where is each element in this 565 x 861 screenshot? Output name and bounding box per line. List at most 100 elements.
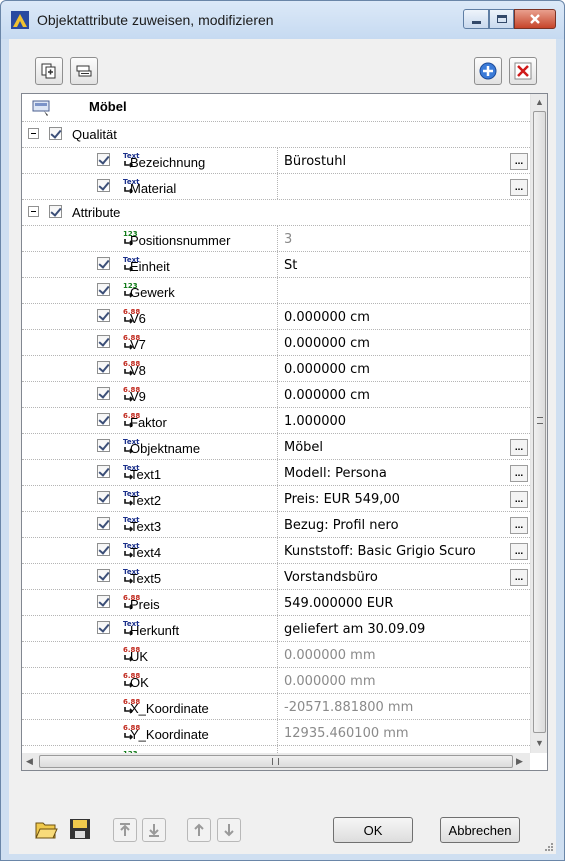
attribute-row[interactable]: 6.88 OK 0.000000 mm xyxy=(22,668,530,694)
attribute-value[interactable]: 0.000000 cm xyxy=(284,310,370,325)
attribute-checkbox[interactable] xyxy=(97,517,110,530)
attribute-checkbox[interactable] xyxy=(97,491,110,504)
collapse-icon[interactable] xyxy=(28,206,39,217)
attribute-value[interactable]: 0.000000 cm xyxy=(284,388,370,403)
delete-attribute-button[interactable] xyxy=(509,57,537,85)
attribute-row[interactable]: 123 Positionsnummer 3 xyxy=(22,226,530,252)
attribute-checkbox[interactable] xyxy=(97,309,110,322)
maximize-button[interactable] xyxy=(489,9,514,29)
open-button[interactable] xyxy=(33,816,59,842)
attribute-checkbox[interactable] xyxy=(97,153,110,166)
scroll-down-icon[interactable]: ▼ xyxy=(535,738,544,748)
edit-value-button[interactable]: ... xyxy=(510,569,528,586)
attribute-value[interactable]: 12935.460100 mm xyxy=(284,726,409,741)
group-row[interactable]: Qualität xyxy=(22,122,530,148)
attribute-value[interactable]: Preis: EUR 549,00 xyxy=(284,492,400,507)
group-checkbox[interactable] xyxy=(49,205,62,218)
group-checkbox[interactable] xyxy=(49,127,62,140)
move-top-button[interactable] xyxy=(113,818,137,842)
scroll-right-icon[interactable]: ▶ xyxy=(516,756,523,767)
edit-value-button[interactable]: ... xyxy=(510,439,528,456)
attribute-checkbox[interactable] xyxy=(97,283,110,296)
attribute-row[interactable]: Text Text5 Vorstandsbüro... xyxy=(22,564,530,590)
attribute-row[interactable]: 6.88 Faktor 1.000000 xyxy=(22,408,530,434)
attribute-row[interactable]: Text Text4 Kunststoff: Basic Grigio Scuro.… xyxy=(22,538,530,564)
attribute-value[interactable]: 0.000000 mm xyxy=(284,648,376,663)
edit-value-button[interactable]: ... xyxy=(510,491,528,508)
attribute-row[interactable]: 6.88 Preis 549.000000 EUR xyxy=(22,590,530,616)
attribute-value[interactable]: -20571.881800 mm xyxy=(284,700,413,715)
scroll-left-icon[interactable]: ◀ xyxy=(26,756,33,767)
attribute-checkbox[interactable] xyxy=(97,543,110,556)
edit-value-button[interactable]: ... xyxy=(510,543,528,560)
add-attribute-button[interactable] xyxy=(474,57,502,85)
close-button[interactable] xyxy=(514,9,556,29)
attribute-checkbox[interactable] xyxy=(97,439,110,452)
attribute-value[interactable]: 3 xyxy=(284,232,292,247)
attribute-row[interactable]: 6.88 V6 0.000000 cm xyxy=(22,304,530,330)
scroll-up-icon[interactable]: ▲ xyxy=(535,97,544,107)
attribute-value[interactable]: Kunststoff: Basic Grigio Scuro xyxy=(284,544,476,559)
attribute-row[interactable]: 6.88 V9 0.000000 cm xyxy=(22,382,530,408)
attribute-value[interactable]: Modell: Persona xyxy=(284,466,387,481)
maximize-icon xyxy=(496,15,507,23)
attribute-row[interactable]: 6.88 UK 0.000000 mm xyxy=(22,642,530,668)
attribute-row[interactable]: Text Text2 Preis: EUR 549,00... xyxy=(22,486,530,512)
attribute-value[interactable]: Bürostuhl xyxy=(284,154,346,169)
vertical-scrollbar[interactable]: ▲ ▼ xyxy=(530,94,547,753)
attribute-checkbox[interactable] xyxy=(97,465,110,478)
save-button[interactable] xyxy=(67,816,93,842)
edit-value-button[interactable]: ... xyxy=(510,179,528,196)
attribute-value[interactable]: 0.000000 cm xyxy=(284,362,370,377)
attribute-value[interactable]: Möbel xyxy=(284,440,323,455)
edit-value-button[interactable]: ... xyxy=(510,465,528,482)
attribute-checkbox[interactable] xyxy=(97,361,110,374)
attribute-value[interactable]: Bezug: Profil nero xyxy=(284,518,399,533)
attribute-value[interactable]: 0.000000 cm xyxy=(284,336,370,351)
minimize-button[interactable] xyxy=(463,9,489,29)
attribute-checkbox[interactable] xyxy=(97,257,110,270)
attribute-checkbox[interactable] xyxy=(97,621,110,634)
attribute-row[interactable]: 6.88 X_Koordinate -20571.881800 mm xyxy=(22,694,530,720)
attribute-row[interactable]: Text Text3 Bezug: Profil nero... xyxy=(22,512,530,538)
copy-attributes-button[interactable] xyxy=(35,57,63,85)
ok-button[interactable]: OK xyxy=(333,817,413,843)
attribute-checkbox[interactable] xyxy=(97,569,110,582)
group-row[interactable]: Attribute xyxy=(22,200,530,226)
attribute-row[interactable]: Text Text1 Modell: Persona... xyxy=(22,460,530,486)
attribute-value[interactable]: Vorstandsbüro xyxy=(284,570,378,585)
attribute-value[interactable]: 0.000000 mm xyxy=(284,674,376,689)
edit-value-button[interactable]: ... xyxy=(510,153,528,170)
attribute-row[interactable]: Text Bezeichnung Bürostuhl... xyxy=(22,148,530,174)
attribute-checkbox[interactable] xyxy=(97,387,110,400)
move-down-button[interactable] xyxy=(217,818,241,842)
attribute-checkbox[interactable] xyxy=(97,179,110,192)
resize-grip-icon[interactable] xyxy=(544,842,554,852)
attribute-row[interactable]: Text Objektname Möbel... xyxy=(22,434,530,460)
attribute-value[interactable]: geliefert am 30.09.09 xyxy=(284,622,425,637)
horizontal-scroll-thumb[interactable] xyxy=(39,755,513,768)
cancel-button[interactable]: Abbrechen xyxy=(440,817,520,843)
horizontal-scrollbar[interactable]: ◀ ▶ xyxy=(22,753,530,770)
title-bar[interactable]: Objektattribute zuweisen, modifizieren xyxy=(1,1,564,39)
attribute-checkbox[interactable] xyxy=(97,595,110,608)
edit-value-button[interactable]: ... xyxy=(510,517,528,534)
move-bottom-button[interactable] xyxy=(142,818,166,842)
attribute-checkbox[interactable] xyxy=(97,335,110,348)
group-label: Attribute xyxy=(72,205,121,220)
vertical-scroll-thumb[interactable] xyxy=(533,111,546,733)
attribute-row[interactable]: 123 Gewerk xyxy=(22,278,530,304)
attribute-value[interactable]: St xyxy=(284,258,297,273)
attribute-row[interactable]: Text Material... xyxy=(22,174,530,200)
attribute-row[interactable]: Text Einheit St xyxy=(22,252,530,278)
move-up-button[interactable] xyxy=(187,818,211,842)
paste-attributes-button[interactable] xyxy=(70,57,98,85)
attribute-row[interactable]: 6.88 V7 0.000000 cm xyxy=(22,330,530,356)
attribute-row[interactable]: 6.88 V8 0.000000 cm xyxy=(22,356,530,382)
collapse-icon[interactable] xyxy=(28,128,39,139)
attribute-value[interactable]: 549.000000 EUR xyxy=(284,596,393,611)
attribute-row[interactable]: 6.88 Y_Koordinate 12935.460100 mm xyxy=(22,720,530,746)
attribute-value[interactable]: 1.000000 xyxy=(284,414,346,429)
attribute-row[interactable]: Text Herkunft geliefert am 30.09.09 xyxy=(22,616,530,642)
attribute-checkbox[interactable] xyxy=(97,413,110,426)
